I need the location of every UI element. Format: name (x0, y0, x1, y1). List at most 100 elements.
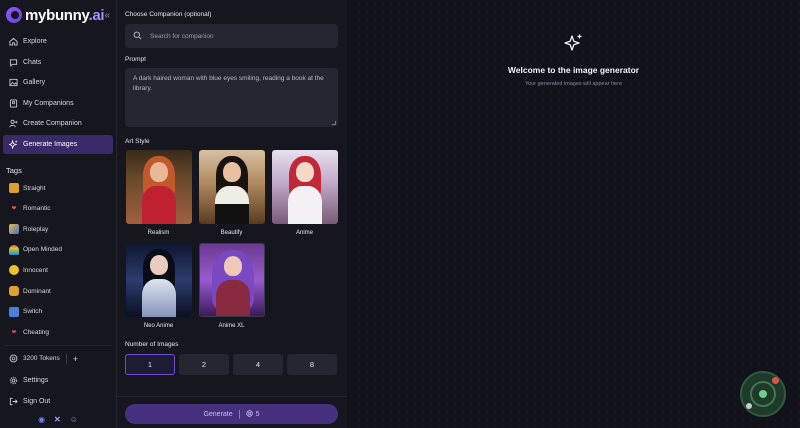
sidebar-item-create-companion[interactable]: Create Companion (3, 114, 113, 133)
generator-panel: Choose Companion (optional) Search for c… (117, 0, 347, 428)
style-card-realism[interactable]: Realism (125, 150, 192, 236)
tag-label: Open Minded (23, 246, 63, 254)
sidebar-item-label: Chats (23, 58, 42, 66)
resize-handle-icon[interactable] (332, 121, 336, 125)
welcome-subtitle: Your generated images will appear here (524, 81, 623, 87)
prompt-label: Prompt (125, 56, 146, 63)
notification-dot-icon (772, 377, 779, 384)
reddit-icon[interactable]: ☺ (70, 415, 78, 424)
brand-name: mybunny (25, 6, 89, 24)
sidebar: mybunny.ai « Explore Chats Gallery My Co… (0, 0, 117, 428)
tag-label: Roleplay (23, 225, 49, 233)
widget-core-icon (759, 390, 767, 398)
tag-straight[interactable]: Straight (3, 179, 113, 198)
bunny-logo-icon (6, 7, 22, 23)
sidebar-nav: Explore Chats Gallery My Companions Crea… (0, 30, 116, 158)
style-name: Anime (295, 230, 313, 236)
tag-label: Switch (23, 308, 43, 316)
gear-icon (9, 376, 18, 385)
style-thumbnail (198, 243, 265, 317)
brand-suffix: .ai (88, 6, 105, 24)
add-tokens-icon[interactable]: + (73, 354, 78, 364)
art-style-grid: Realism Beautify Anime Neo Anime Anime X… (125, 150, 338, 329)
tag-switch[interactable]: Switch (3, 302, 113, 321)
panel-divider (117, 396, 347, 397)
style-card-anime[interactable]: Anime (271, 150, 338, 236)
sidebar-item-gallery[interactable]: Gallery (3, 73, 113, 92)
tag-roleplay[interactable]: Roleplay (3, 220, 113, 239)
social-links: ◉ ✕ ☺ (0, 415, 116, 424)
tag-open-minded[interactable]: Open Minded (3, 240, 113, 259)
style-name: Beautify (220, 230, 243, 236)
sidebar-item-chats[interactable]: Chats (3, 53, 113, 72)
chevrons-left-icon[interactable]: « (104, 10, 110, 21)
welcome-title: Welcome to the image generator (507, 65, 640, 75)
sidebar-item-label: Explore (23, 38, 47, 45)
generate-label: Generate (203, 410, 233, 418)
sparkles-icon (347, 33, 800, 58)
x-icon[interactable]: ✕ (54, 415, 61, 424)
sidebar-item-settings[interactable]: Settings (3, 371, 113, 390)
style-card-beautify[interactable]: Beautify (198, 150, 265, 236)
tag-dominant[interactable]: Dominant (3, 282, 113, 301)
token-balance: 3200 Tokens (23, 355, 60, 363)
image-output-area: Welcome to the image generator Your gene… (347, 0, 800, 428)
tag-cheating[interactable]: ❤ Cheating (3, 323, 113, 342)
sidebar-item-explore[interactable]: Explore (3, 32, 113, 51)
discord-icon[interactable]: ◉ (38, 415, 45, 424)
heart-emoji-icon: ❤ (11, 206, 17, 213)
tags-list: Straight ❤ Romantic Roleplay Open Minded… (0, 179, 116, 342)
sidebar-item-generate-images[interactable]: Generate Images (3, 134, 113, 154)
style-name: Anime XL (218, 323, 245, 329)
style-name: Realism (147, 230, 170, 236)
choose-companion-label: Choose Companion (optional) (125, 11, 212, 18)
floating-widget-button[interactable] (740, 371, 786, 417)
style-card-anime-xl[interactable]: Anime XL (198, 243, 265, 329)
tag-label: Romantic (23, 205, 51, 213)
sidebar-item-label: Sign Out (23, 397, 51, 405)
generate-divider (238, 409, 240, 419)
widget-dot-icon (746, 403, 752, 409)
art-style-label: Art Style (125, 138, 150, 145)
logo-row: mybunny.ai « (0, 0, 116, 30)
style-card-neo-anime[interactable]: Neo Anime (125, 243, 192, 329)
generate-cost: 5 (255, 410, 260, 418)
broken-heart-emoji-icon: ❤ (11, 329, 17, 336)
rainbow-emoji-icon (9, 244, 19, 255)
tag-label: Cheating (23, 328, 50, 336)
tag-romantic[interactable]: ❤ Romantic (3, 199, 113, 218)
sidebar-item-label: Gallery (23, 79, 46, 87)
tag-innocent[interactable]: Innocent (3, 261, 113, 280)
style-thumbnail (271, 150, 338, 224)
mask-emoji-icon (9, 224, 19, 235)
search-placeholder: Search for companion (150, 32, 214, 40)
companion-search-input[interactable]: Search for companion (125, 24, 338, 48)
sidebar-item-label: Settings (23, 376, 49, 384)
prompt-text: A dark haired woman with blue eyes smili… (133, 75, 324, 92)
tokens-divider (65, 353, 67, 364)
generate-button[interactable]: Generate 5 (125, 404, 338, 424)
number-of-images-label: Number of Images (125, 341, 179, 348)
count-option-1[interactable]: 1 (125, 354, 175, 375)
count-option-8[interactable]: 8 (287, 354, 337, 375)
style-name: Neo Anime (143, 323, 174, 329)
sidebar-item-sign-out[interactable]: Sign Out (3, 392, 113, 411)
switch-emoji-icon (9, 306, 19, 317)
prompt-textarea[interactable]: A dark haired woman with blue eyes smili… (125, 68, 338, 127)
tags-heading: Tags (6, 165, 22, 175)
style-thumbnail (125, 243, 192, 317)
sidebar-item-label: Generate Images (23, 140, 78, 148)
gallery-icon (9, 78, 18, 87)
brand-logo[interactable]: mybunny.ai (25, 6, 105, 24)
tokens-row: 3200 Tokens + (3, 349, 113, 369)
tag-label: Dominant (23, 287, 51, 295)
sidebar-item-my-companions[interactable]: My Companions (3, 94, 113, 113)
user-plus-icon (9, 119, 18, 128)
count-option-2[interactable]: 2 (179, 354, 229, 375)
count-option-4[interactable]: 4 (233, 354, 283, 375)
welcome-block: Welcome to the image generator Your gene… (347, 33, 800, 87)
sidebar-item-label: My Companions (23, 99, 74, 107)
chat-icon (9, 58, 18, 67)
sidebar-divider (4, 344, 112, 346)
sidebar-item-label: Create Companion (23, 120, 82, 128)
